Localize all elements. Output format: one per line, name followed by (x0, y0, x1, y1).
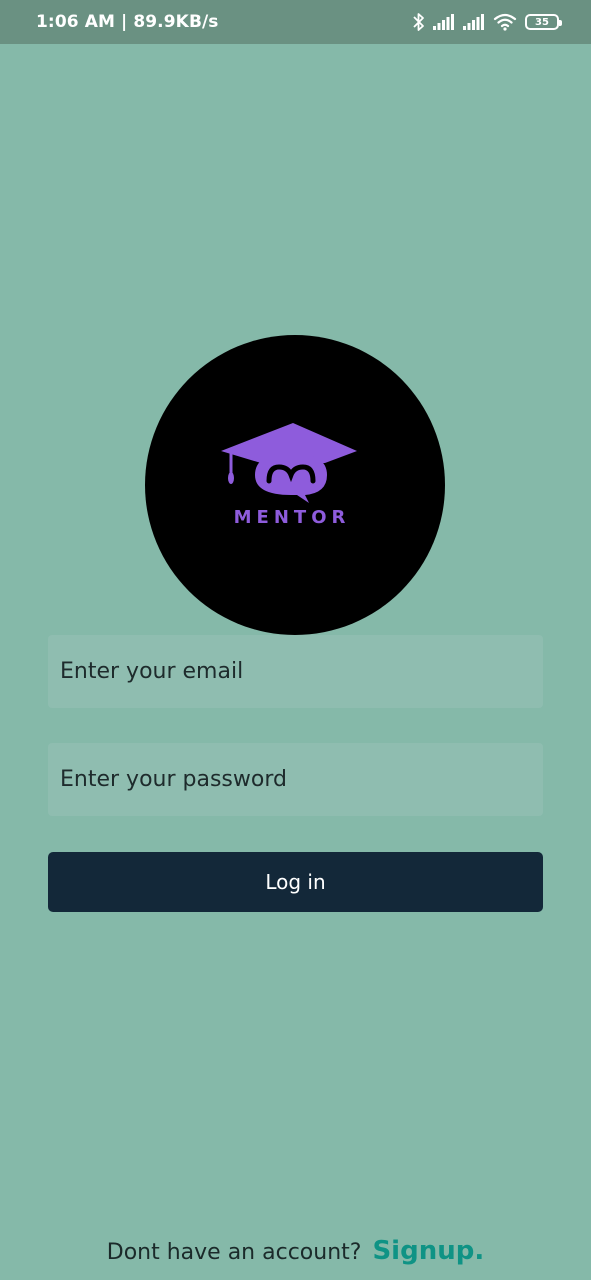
signup-prompt-row: Dont have an account? Signup. (0, 1232, 591, 1272)
login-button[interactable]: Log in (48, 852, 543, 912)
signal-icon (463, 14, 485, 30)
app-logo: MENTOR (145, 335, 445, 635)
bluetooth-icon (413, 12, 425, 32)
wifi-icon (493, 13, 517, 31)
signal-icon (433, 14, 455, 30)
status-icons: 35 (413, 0, 562, 44)
battery-icon: 35 (525, 14, 562, 30)
signup-link[interactable]: Signup. (372, 1236, 484, 1266)
logo-text: MENTOR (233, 507, 351, 528)
password-field[interactable] (48, 743, 543, 816)
graduation-cap-chat-icon (221, 423, 357, 503)
signup-prompt-text: Dont have an account? (106, 1240, 362, 1265)
battery-level: 35 (535, 16, 549, 28)
status-bar: 1:06 AM | 89.9KB/s 35 (0, 0, 591, 44)
status-time-speed: 1:06 AM | 89.9KB/s (36, 12, 219, 32)
email-field[interactable] (48, 635, 543, 708)
